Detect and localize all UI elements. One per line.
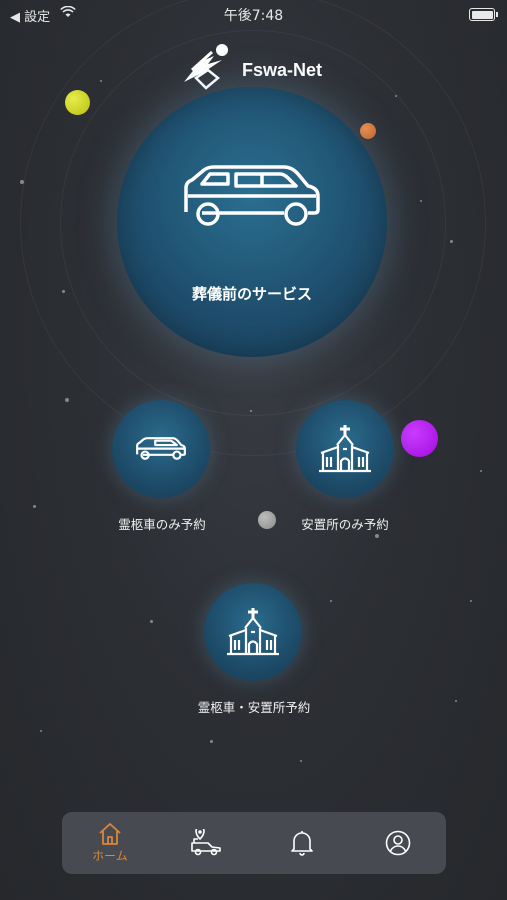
yellow-planet (65, 90, 90, 115)
hearse-car-icon (184, 165, 320, 226)
hearse-and-mortuary-button[interactable] (204, 583, 302, 681)
chapel-icon (227, 608, 279, 656)
tab-profile[interactable] (363, 815, 433, 871)
purple-planet (401, 420, 438, 457)
bell-icon (291, 831, 313, 856)
hearse-and-mortuary-label: 霊柩車・安置所予約 (197, 700, 311, 715)
chapel-icon (319, 425, 371, 473)
home-icon (99, 823, 121, 845)
hearse-car-icon (136, 437, 186, 460)
mortuary-only-button[interactable] (296, 400, 394, 498)
hearse-only-label: 霊柩車のみ予約 (118, 517, 206, 532)
vehicle-location-icon (191, 829, 221, 856)
pre-funeral-service-label: 葬儀前のサービス (191, 285, 312, 303)
battery-icon (469, 8, 498, 21)
tab-vehicle-tracking[interactable] (171, 815, 241, 871)
tab-home[interactable]: ホーム (75, 815, 145, 871)
pre-funeral-service-button[interactable]: 葬儀前のサービス (117, 87, 387, 357)
user-profile-icon (385, 830, 411, 856)
hearse-only-button[interactable] (112, 400, 210, 498)
tab-home-label: ホーム (92, 849, 128, 863)
orange-planet (360, 123, 376, 139)
mortuary-only-label: 安置所のみ予約 (301, 517, 389, 532)
tab-notifications[interactable] (267, 815, 337, 871)
tab-bar: ホーム (62, 812, 446, 874)
